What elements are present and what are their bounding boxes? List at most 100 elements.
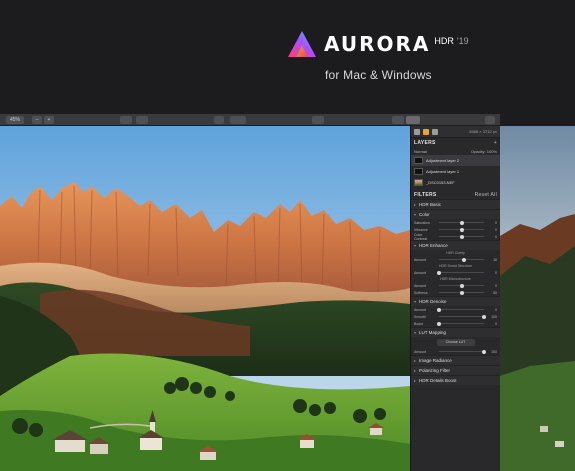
slider-track[interactable] — [439, 349, 486, 354]
slider-knob[interactable] — [461, 257, 466, 262]
undo-icon[interactable] — [214, 116, 224, 124]
slider-value: 100 — [491, 349, 497, 354]
layer-item[interactable]: _DSC0153.NEF — [411, 177, 500, 188]
slider-track[interactable] — [439, 314, 486, 319]
group-polarizing-filter[interactable]: ▸ Polarizing Filter — [411, 365, 500, 375]
slider-row: Boost 0 — [411, 320, 500, 327]
blend-mode-select[interactable]: Normal — [414, 149, 427, 154]
brand-year: '19 — [456, 36, 469, 46]
slider-value: 100 — [491, 314, 497, 319]
slider-knob[interactable] — [459, 290, 464, 295]
group-hdr-details-boost[interactable]: ▸ HDR Details Boost — [411, 375, 500, 385]
group-hdr-basic[interactable]: ▸ HDR Basic — [411, 199, 500, 209]
group-image-radiance[interactable]: ▸ Image Radiance — [411, 355, 500, 365]
zoom-out-button[interactable]: – — [32, 116, 42, 124]
zoom-select[interactable]: 45% — [6, 116, 24, 124]
opacity-value[interactable]: 100% — [487, 149, 497, 154]
slider-value: 0 — [495, 270, 497, 275]
slider-value: 16 — [493, 257, 497, 262]
chevron-icon: ▾ — [414, 299, 417, 304]
layers-icon[interactable] — [414, 128, 420, 135]
chevron-icon: ▾ — [414, 243, 417, 248]
group-hdr-enhance[interactable]: ▾ HDR Enhance — [411, 240, 500, 250]
chevron-icon: ▾ — [414, 330, 417, 335]
slider-row: Amount 16 — [411, 256, 500, 263]
history-icon[interactable] — [230, 116, 246, 124]
toolbar: 45% – + — [0, 114, 500, 126]
slider-knob[interactable] — [459, 220, 464, 225]
group-hdr-denoise[interactable]: ▾ HDR Denoise — [411, 296, 500, 306]
slider-knob[interactable] — [459, 227, 464, 232]
layer-item[interactable]: Adjustment layer 2 — [411, 155, 500, 166]
slider-value: 0 — [495, 227, 497, 232]
layer-name: _DSC0153.NEF — [426, 180, 455, 185]
share-icon[interactable] — [485, 116, 495, 124]
slider-value: 50 — [493, 290, 497, 295]
tagline: for Mac & Windows — [325, 68, 432, 82]
slider-label: Softness — [414, 290, 428, 295]
slider-label: Vibrance — [414, 227, 428, 232]
slider-track[interactable] — [439, 220, 484, 225]
slider-knob[interactable] — [459, 283, 464, 288]
slider-label: Amount — [414, 270, 427, 275]
slider-label: Saturation — [414, 220, 430, 225]
chevron-icon: ▾ — [414, 212, 417, 217]
group-label: Color — [419, 212, 430, 217]
group-color[interactable]: ▾ Color — [411, 209, 500, 219]
group-label: HDR Enhance — [419, 243, 448, 248]
layer-item[interactable]: Adjustment layer 1 — [411, 166, 500, 177]
slider-row: Color Contrast 0 — [411, 232, 500, 241]
brand: AURORA HDR '19 — [286, 26, 469, 62]
image-dimensions: 5568 × 3712 px — [469, 129, 497, 134]
photo-canvas[interactable] — [0, 126, 410, 471]
layer-thumbnail — [414, 157, 423, 164]
slider-knob[interactable] — [437, 307, 441, 312]
slider-track[interactable] — [439, 227, 484, 232]
slider-knob[interactable] — [482, 314, 486, 319]
slider-label: Color Contrast — [414, 232, 428, 241]
info-icon[interactable] — [432, 128, 438, 135]
slider-row: Amount 0 — [411, 269, 500, 276]
slider-track[interactable] — [437, 270, 484, 275]
slider-knob[interactable] — [437, 321, 441, 326]
zoom-in-button[interactable]: + — [44, 116, 54, 124]
filters-title: FILTERS — [414, 191, 437, 198]
slider-label: Smooth — [414, 314, 427, 319]
slider-knob[interactable] — [482, 349, 486, 354]
slider-track[interactable] — [437, 307, 484, 312]
crop-icon[interactable] — [312, 116, 324, 124]
sliders-icon[interactable] — [406, 116, 420, 124]
slider-track[interactable] — [437, 321, 484, 326]
chevron-icon: ▸ — [414, 358, 417, 363]
app-window: 45% – + 5568 × 3712 px LAYERS + Normal O… — [0, 114, 500, 471]
slider-row: Softness 50 — [411, 289, 500, 296]
compare-icon[interactable] — [136, 116, 148, 124]
filters-icon[interactable] — [423, 128, 429, 135]
slider-knob[interactable] — [459, 234, 464, 239]
layers-title: LAYERS — [414, 139, 436, 146]
chevron-icon: ▸ — [414, 378, 417, 383]
choose-lut-button[interactable]: Choose LUT — [436, 339, 475, 346]
slider-row: Amount 0 — [411, 306, 500, 313]
slider-knob[interactable] — [437, 270, 441, 275]
menu-icon[interactable] — [392, 116, 404, 124]
slider-track[interactable] — [439, 257, 484, 262]
slider-label: Amount — [414, 349, 427, 354]
add-layer-icon[interactable]: + — [494, 140, 497, 146]
adjustments-panel: 5568 × 3712 px LAYERS + Normal Opacity: … — [410, 126, 500, 471]
slider-track[interactable] — [439, 283, 484, 288]
chevron-icon: ▸ — [414, 368, 417, 373]
slider-track[interactable] — [439, 234, 484, 239]
layer-thumbnail — [414, 179, 423, 186]
reset-all-button[interactable]: Reset All — [475, 192, 497, 198]
slider-row: Amount 100 — [411, 348, 500, 355]
eye-icon[interactable] — [120, 116, 132, 124]
layer-thumbnail — [414, 168, 423, 175]
chevron-icon: ▸ — [414, 202, 417, 207]
slider-track[interactable] — [439, 290, 484, 295]
group-lut-mapping[interactable]: ▾ LUT Mapping — [411, 327, 500, 337]
slider-value: 0 — [495, 234, 497, 239]
layers-header[interactable]: LAYERS + — [411, 138, 500, 147]
slider-label: Boost — [414, 321, 423, 326]
group-label: HDR Denoise — [419, 299, 447, 304]
